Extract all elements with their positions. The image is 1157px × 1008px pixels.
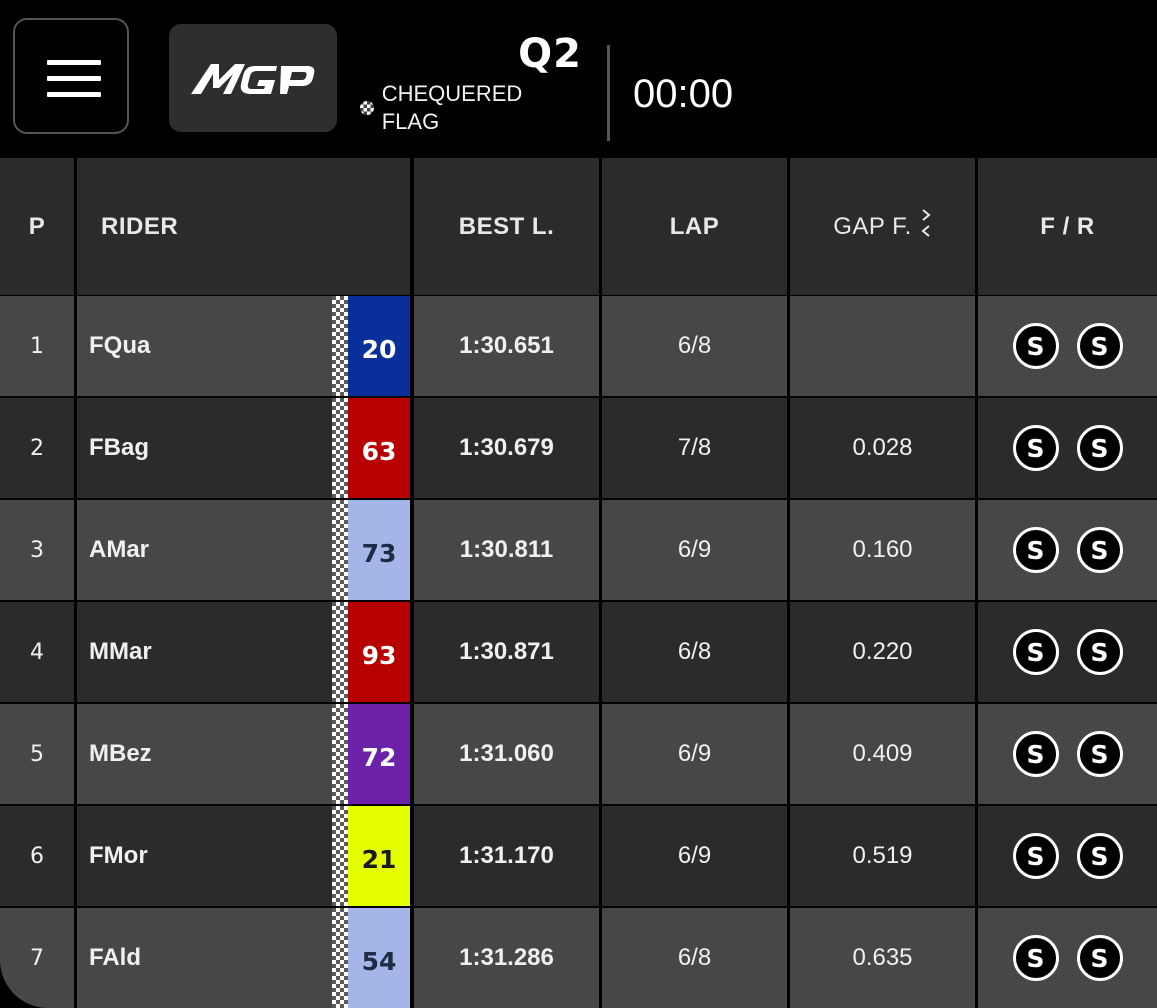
rider-number-badge: 73	[348, 500, 410, 600]
tyres-cell: SS	[978, 704, 1157, 804]
rider-name[interactable]: MBez	[77, 704, 332, 804]
tyres-cell: SS	[978, 806, 1157, 906]
session-status-text: CHEQUERED FLAG	[381, 81, 523, 134]
rider-name[interactable]: FAld	[77, 908, 332, 1008]
front-tyre-icon: S	[1012, 629, 1059, 675]
front-tyre-icon: S	[1012, 425, 1059, 471]
chequered-strip	[332, 602, 348, 702]
best-lap-cell: 1:30.871	[414, 602, 599, 702]
rider-number-badge: 63	[348, 398, 410, 498]
table-row[interactable]: 2 FBag 63 1:30.679 7/8 0.028 S S	[0, 398, 1157, 498]
lap-cell: 6/9	[602, 704, 787, 804]
gap-cell: 0.028	[790, 398, 975, 498]
menu-button[interactable]	[13, 18, 129, 134]
rider-name[interactable]: AMar	[77, 500, 332, 600]
table-row[interactable]: 3 AMar 73 1:30.811 6/9 0.160 S S	[0, 500, 1157, 600]
chequered-flag-icon	[360, 101, 374, 115]
tyres-cell: SS	[978, 398, 1157, 498]
rider-name[interactable]: FMor	[77, 806, 332, 906]
rider-number-badge: 72	[348, 704, 410, 804]
best-lap-cell: 1:30.651	[414, 296, 599, 396]
gap-cell: 0.635	[790, 908, 975, 1008]
rear-tyre-icon: S	[1076, 323, 1123, 369]
tyres-cell: SS	[978, 908, 1157, 1008]
rider-number-badge: 20	[348, 296, 410, 396]
tyres-cell: SS	[978, 500, 1157, 600]
front-tyre-icon: S	[1012, 731, 1059, 777]
chequered-strip	[332, 500, 348, 600]
tyres-cell: SS	[978, 602, 1157, 702]
gap-cell: 0.409	[790, 704, 975, 804]
table-row[interactable]: 7 FAld 54 1:31.286 6/8 0.635 S S	[0, 908, 1157, 1008]
gap-cell	[790, 296, 975, 396]
top-bar: MGP Q2 CHEQUERED FLAG 00:00	[0, 0, 1157, 158]
table-row[interactable]: 5 MBez 72 1:31.060 6/9 0.409 S S	[0, 704, 1157, 804]
chequered-strip	[332, 806, 348, 906]
position-cell: 4	[0, 602, 74, 702]
gap-cell: 0.160	[790, 500, 975, 600]
best-lap-cell: 1:30.811	[414, 500, 599, 600]
position-cell: 2	[0, 398, 74, 498]
rear-tyre-icon: S	[1076, 833, 1123, 879]
column-header-lap: LAP	[602, 158, 787, 295]
lap-cell: 6/8	[602, 908, 787, 1008]
rider-number-badge: 54	[348, 908, 410, 1008]
session-timer: 00:00	[633, 72, 734, 116]
column-header-rider: RIDER	[77, 158, 410, 295]
lap-cell: 6/9	[602, 500, 787, 600]
best-lap-cell: 1:31.170	[414, 806, 599, 906]
column-header-gap-label: GAP F.	[833, 212, 912, 240]
gap-cell: 0.519	[790, 806, 975, 906]
rear-tyre-icon: S	[1076, 935, 1123, 981]
front-tyre-icon: S	[1012, 527, 1059, 573]
position-cell: 3	[0, 500, 74, 600]
gap-cell: 0.220	[790, 602, 975, 702]
best-lap-cell: 1:30.679	[414, 398, 599, 498]
rear-tyre-icon: S	[1076, 527, 1123, 573]
chequered-strip	[332, 296, 348, 396]
header-divider	[607, 45, 610, 141]
sort-toggle-icon[interactable]	[920, 208, 932, 245]
position-cell: 6	[0, 806, 74, 906]
rear-tyre-icon: S	[1076, 629, 1123, 675]
position-cell: 1	[0, 296, 74, 396]
rider-number-badge: 93	[348, 602, 410, 702]
column-header-front-rear: F / R	[978, 158, 1157, 295]
lap-cell: 6/9	[602, 806, 787, 906]
live-timing-app: MGP Q2 CHEQUERED FLAG 00:00 P RIDER BEST…	[0, 0, 1157, 1008]
lap-cell: 7/8	[602, 398, 787, 498]
front-tyre-icon: S	[1012, 935, 1059, 981]
session-status: CHEQUERED FLAG	[360, 80, 582, 136]
front-tyre-icon: S	[1012, 323, 1059, 369]
motogp-logo-icon	[191, 64, 315, 94]
logo-text: MGP	[169, 24, 170, 25]
column-header-position: P	[0, 158, 74, 295]
rider-number-badge: 21	[348, 806, 410, 906]
position-cell: 7	[0, 908, 74, 1008]
table-row[interactable]: 6 FMor 21 1:31.170 6/9 0.519 S S	[0, 806, 1157, 906]
column-header-gap[interactable]: GAP F.	[790, 158, 975, 295]
rear-tyre-icon: S	[1076, 731, 1123, 777]
chequered-strip	[332, 398, 348, 498]
rider-name[interactable]: FBag	[77, 398, 332, 498]
best-lap-cell: 1:31.060	[414, 704, 599, 804]
rider-name[interactable]: MMar	[77, 602, 332, 702]
lap-cell: 6/8	[602, 602, 787, 702]
rider-name[interactable]: FQua	[77, 296, 332, 396]
timing-table: P RIDER BEST L. LAP GAP F. F / R 1 FQua 20…	[0, 158, 1157, 1008]
position-cell: 5	[0, 704, 74, 804]
best-lap-cell: 1:31.286	[414, 908, 599, 1008]
tyres-cell: SS	[978, 296, 1157, 396]
column-header-best-lap: BEST L.	[414, 158, 599, 295]
rear-tyre-icon: S	[1076, 425, 1123, 471]
lap-cell: 6/8	[602, 296, 787, 396]
table-row[interactable]: 4 MMar 93 1:30.871 6/8 0.220 S S	[0, 602, 1157, 702]
chequered-strip	[332, 908, 348, 1008]
front-tyre-icon: S	[1012, 833, 1059, 879]
table-header: P RIDER BEST L. LAP GAP F. F / R	[0, 158, 1157, 295]
table-row[interactable]: 1 FQua 20 1:30.651 6/8 S S	[0, 296, 1157, 396]
motogp-logo[interactable]: MGP	[169, 24, 337, 132]
session-name: Q2	[518, 31, 582, 77]
chequered-strip	[332, 704, 348, 804]
